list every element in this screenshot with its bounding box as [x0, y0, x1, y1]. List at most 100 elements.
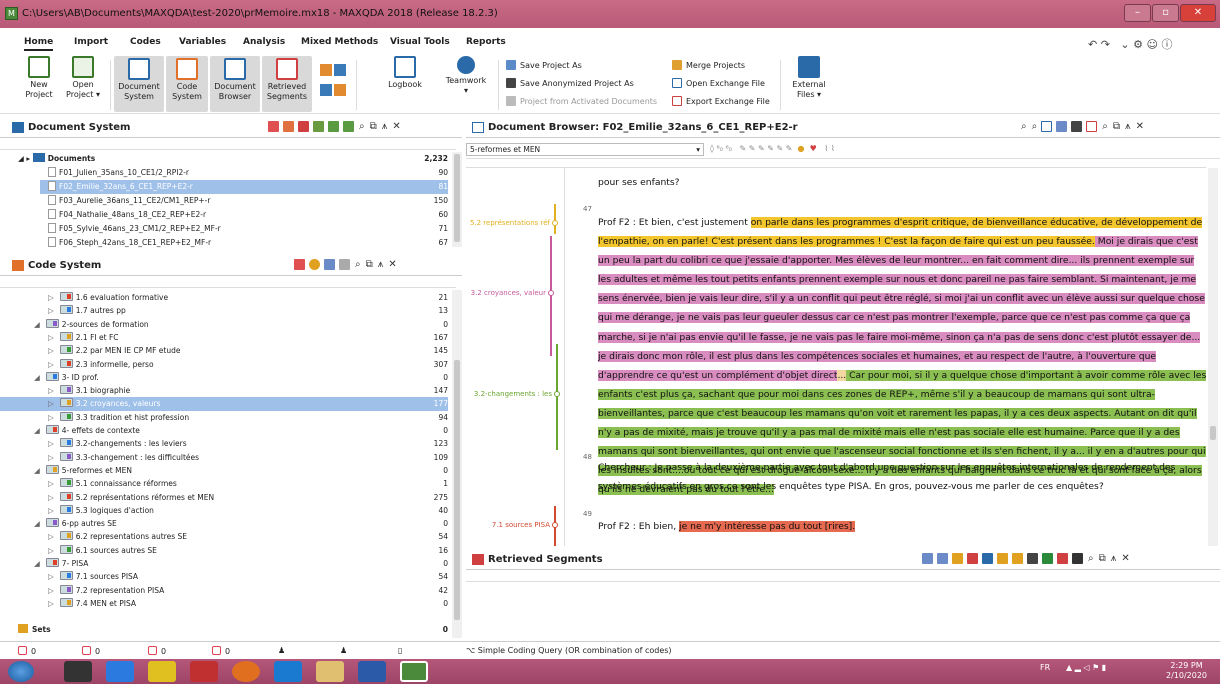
code-group-row[interactable]: ◢ 7- PISA 0 [0, 557, 448, 571]
code-marker-label-3-2-croyances[interactable]: 3.2 croyances, valeur [466, 289, 546, 297]
code-group-row[interactable]: ◢ 5-reformes et MEN 0 [0, 464, 448, 478]
browser-close-icon[interactable]: ✕ [1136, 121, 1144, 132]
edit-icon[interactable] [1056, 121, 1068, 132]
language-indicator[interactable]: FR [1040, 663, 1050, 672]
expand-arrow-icon[interactable]: ▷ [48, 360, 54, 369]
rs-collapse-icon[interactable]: ⩚ [1111, 553, 1117, 564]
document-row[interactable]: F06_Steph_42ans_18_CE1_REP+E2_MF-r 67 [40, 236, 448, 250]
code-group-row[interactable]: ◢ 3- ID prof. 0 [0, 371, 448, 385]
expand-arrow-icon[interactable]: ▷ [48, 346, 54, 355]
rs-print-icon[interactable] [1027, 553, 1038, 564]
document-text-area[interactable]: pour ses enfants? 47 Prof F2 : Et bien, … [466, 168, 1206, 546]
taskbar-app-6[interactable] [274, 661, 302, 682]
browser-collapse-icon[interactable]: ⩚ [1125, 121, 1131, 132]
tab-analysis[interactable]: Analysis [243, 37, 285, 47]
taskbar-dropbox[interactable] [106, 661, 134, 682]
sets-row[interactable]: Sets 0 [0, 623, 448, 637]
code-row[interactable]: ▷ 3.2-changements : les leviers 123 [0, 437, 448, 451]
taskbar-word[interactable] [358, 661, 386, 682]
expand-arrow-icon[interactable]: ▷ [48, 333, 54, 342]
code-row[interactable]: ▷ 3.1 biographie 147 [0, 384, 448, 398]
status-activated-codes[interactable]: 0 [82, 646, 100, 656]
expand-arrow-icon[interactable]: ▷ [48, 599, 54, 608]
code-row[interactable]: ▷ 7.1 sources PISA 54 [0, 570, 448, 584]
code-close-icon[interactable]: ✕ [388, 259, 396, 270]
close-button[interactable]: ✕ [1180, 4, 1216, 22]
code-row[interactable]: ▷ 3.3-changement : les difficultées 109 [0, 451, 448, 465]
expand-arrow-icon[interactable]: ▷ [48, 306, 54, 315]
excel-icon[interactable] [1042, 553, 1053, 564]
merge-projects-button[interactable]: Merge Projects [672, 60, 745, 70]
expand-arrow-icon[interactable]: ◢ [34, 559, 40, 568]
code-system-toolbar[interactable]: ⌕ ⧉ ⩚ ✕ [290, 259, 397, 270]
maximize-button[interactable]: ▫ [1152, 4, 1179, 22]
taskbar-explorer[interactable] [316, 661, 344, 682]
code-row[interactable]: ▷ 7.2 representation PISA 42 [0, 584, 448, 598]
tab-import[interactable]: Import [74, 37, 108, 47]
quick-access-icons[interactable]: ↶ ↷ ⌄ ⚙ ☺ ⓘ [1088, 36, 1172, 52]
minimize-button[interactable]: – [1124, 4, 1151, 22]
code-row[interactable]: ▷ 2.3 informelle, perso 307 [0, 358, 448, 372]
browser-search-icon[interactable]: ⌕ [1102, 121, 1108, 132]
status-doc-icon[interactable]: ▯ [398, 646, 402, 655]
document-row[interactable]: F03_Aurelie_36ans_11_CE2/CM1_REP+-r 150 [40, 194, 448, 208]
expand-arrow-icon[interactable]: ▷ [48, 293, 54, 302]
expand-arrow-icon[interactable]: ▷ [48, 586, 54, 595]
code-retrieve-icon[interactable] [952, 553, 963, 564]
code-marker-label-7-1[interactable]: 7.1 sources PISA [466, 521, 550, 529]
code-undock-icon[interactable]: ⧉ [366, 259, 373, 270]
rs-export-icon[interactable] [1072, 553, 1083, 564]
open-doc-icon[interactable] [283, 121, 294, 132]
open-exchange-file-button[interactable]: Open Exchange File [672, 78, 765, 88]
teamwork-button[interactable]: Teamwork ▾ [440, 56, 492, 96]
project-from-activated-button[interactable]: Project from Activated Documents [506, 96, 657, 106]
taskbar-app-3[interactable] [148, 661, 176, 682]
find-next-icon[interactable]: ⌕ [1032, 121, 1038, 132]
document-system-filter-row[interactable] [0, 139, 456, 150]
tab-home[interactable]: Home [24, 37, 54, 51]
open-project-button[interactable]: Open Project ▾ [62, 56, 104, 100]
logbook-button[interactable]: Logbook [382, 56, 428, 90]
expand-arrow-icon[interactable]: ◢ [34, 426, 40, 435]
code-row[interactable]: ▷ 6.2 representations autres SE 54 [0, 530, 448, 544]
code-icon[interactable] [997, 553, 1008, 564]
import-doc-icon[interactable] [298, 121, 309, 132]
status-query[interactable]: ⌥ Simple Coding Query (OR combination of… [466, 646, 672, 655]
expand-arrow-icon[interactable]: ▷ [48, 479, 54, 488]
html-icon[interactable] [1057, 553, 1068, 564]
code-system-scrollbar[interactable] [452, 290, 462, 638]
code-marker-3-2-changements[interactable] [554, 391, 560, 397]
code-marker-3-2-croyances[interactable] [548, 290, 554, 296]
status-codes-3[interactable]: 0 [212, 646, 230, 656]
expand-arrow-icon[interactable]: ▷ [48, 506, 54, 515]
activate-codes-icon[interactable] [294, 259, 305, 270]
expand-arrow-icon[interactable]: ▷ [48, 439, 54, 448]
segment-3-2-croyances[interactable]: Moi je dirais que c'est un peu la part d… [598, 236, 1205, 381]
close-pane-icon[interactable]: ✕ [392, 121, 400, 132]
code-search-icon[interactable]: ⌕ [355, 259, 361, 270]
status-activated-docs[interactable]: 0 [18, 646, 36, 656]
taskbar-maxqda[interactable] [400, 661, 428, 682]
code-dropdown[interactable]: 5-reformes et MEN ▾ [466, 143, 704, 156]
weight-icon[interactable] [967, 553, 978, 564]
tab-variables[interactable]: Variables [179, 37, 226, 47]
code-system-filter-row[interactable] [0, 277, 456, 288]
code-row[interactable]: ▷ 7.4 MEN et PISA 0 [0, 597, 448, 611]
code-group-row[interactable]: ◢ 2-sources de formation 0 [0, 318, 448, 332]
code-counts-icon[interactable] [1012, 553, 1023, 564]
code-row[interactable]: ▷ 2.2 par MEN IE CP MF etude 145 [0, 344, 448, 358]
documents-root[interactable]: ◢ ▸ Documents 2,232 [0, 152, 448, 166]
expand-arrow-icon[interactable]: ◢ [34, 519, 40, 528]
code-row[interactable]: ▷ 5.2 représentations réformes et MEN 275 [0, 491, 448, 505]
document-system-scrollbar[interactable] [452, 152, 462, 247]
code-row[interactable]: ▷ 6.1 sources autres SE 16 [0, 544, 448, 558]
document-row[interactable]: F04_Nathalie_48ans_18_CE2_REP+E2-r 60 [40, 208, 448, 222]
smart-publisher-icon[interactable] [937, 553, 948, 564]
emoticode-icon[interactable] [309, 259, 320, 270]
expand-arrow-icon[interactable]: ▷ [48, 572, 54, 581]
code-marker-5-2[interactable] [552, 220, 558, 226]
tab-visual-tools[interactable]: Visual Tools [390, 37, 450, 47]
expand-arrow-icon[interactable]: ▷ [48, 493, 54, 502]
code-collapse-icon[interactable]: ⩚ [378, 259, 384, 270]
save-anonymized-button[interactable]: Save Anonymized Project As [506, 78, 634, 88]
